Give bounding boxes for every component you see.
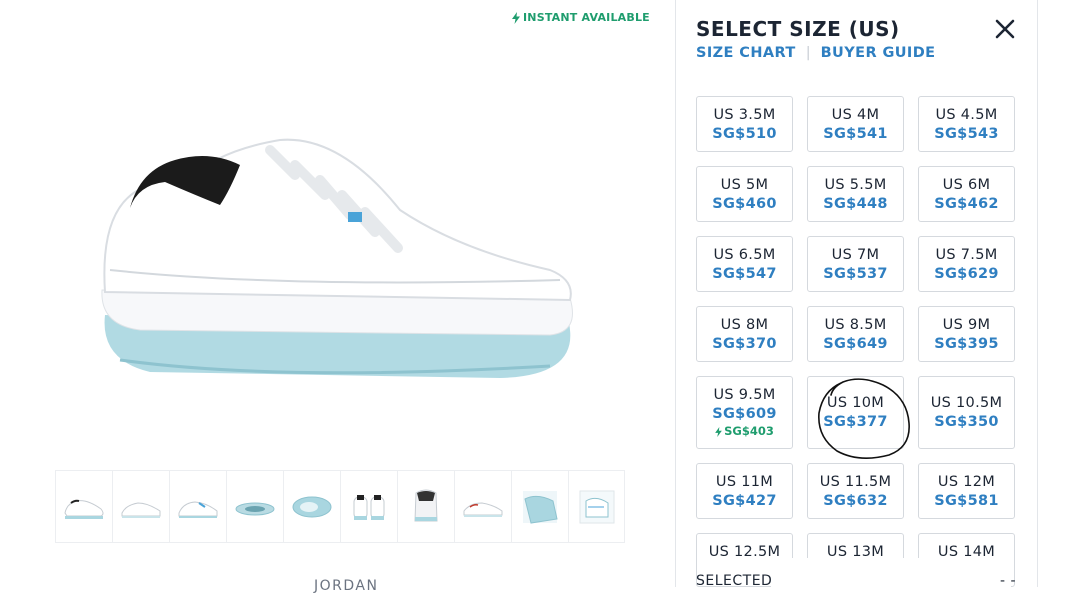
instant-price: SG$403 — [697, 424, 792, 439]
size-label: US 6M — [942, 177, 991, 193]
size-selector-drawer: SELECT SIZE (US) SIZE CHART | BUYER GUID… — [675, 0, 1038, 589]
product-brand: JORDAN — [314, 578, 379, 594]
size-label: US 4M — [831, 107, 880, 123]
thumbnail[interactable] — [55, 471, 112, 542]
lightning-bolt-icon — [715, 426, 722, 437]
link-separator: | — [805, 45, 811, 61]
size-price: SG$609 — [712, 406, 777, 422]
size-price: SG$581 — [934, 493, 999, 509]
size-label: US 9M — [942, 317, 991, 333]
size-price: SG$543 — [934, 126, 999, 142]
size-label: US 8M — [720, 317, 769, 333]
thumbnail[interactable] — [226, 471, 283, 542]
size-option-6-5[interactable]: US 6.5M SG$547 — [696, 236, 793, 292]
thumbnail[interactable] — [169, 471, 226, 542]
thumbnail[interactable] — [511, 471, 568, 542]
size-label: US 12M — [937, 474, 996, 490]
drawer-title: SELECT SIZE (US) — [696, 17, 900, 41]
thumbnail[interactable] — [397, 471, 454, 542]
size-label: US 4.5M — [935, 107, 998, 123]
thumbnail[interactable] — [112, 471, 169, 542]
buyer-guide-link[interactable]: BUYER GUIDE — [821, 45, 936, 61]
size-option-5-5[interactable]: US 5.5M SG$448 — [807, 166, 904, 222]
size-label: US 7.5M — [935, 247, 998, 263]
size-option-4[interactable]: US 4M SG$541 — [807, 96, 904, 152]
size-price: SG$649 — [823, 336, 888, 352]
size-option-10[interactable]: US 10M SG$377 — [807, 376, 904, 449]
thumbnail[interactable] — [283, 471, 340, 542]
size-price: SG$629 — [934, 266, 999, 282]
size-option-8[interactable]: US 8M SG$370 — [696, 306, 793, 362]
size-price: SG$370 — [712, 336, 777, 352]
size-option-10-5[interactable]: US 10.5M SG$350 — [918, 376, 1015, 449]
thumbnail[interactable] — [568, 471, 625, 542]
close-icon[interactable] — [994, 18, 1016, 40]
instant-price-value: SG$403 — [724, 424, 774, 438]
size-price: SG$537 — [823, 266, 888, 282]
size-label: US 7M — [831, 247, 880, 263]
drawer-links: SIZE CHART | BUYER GUIDE — [696, 45, 935, 61]
size-label: US 5M — [720, 177, 769, 193]
size-price: SG$541 — [823, 126, 888, 142]
size-option-9[interactable]: US 9M SG$395 — [918, 306, 1015, 362]
size-price: SG$632 — [823, 493, 888, 509]
size-label: US 10M — [826, 395, 885, 411]
size-label: US 10.5M — [930, 395, 1003, 411]
size-option-11[interactable]: US 11M SG$427 — [696, 463, 793, 519]
size-option-7[interactable]: US 7M SG$537 — [807, 236, 904, 292]
size-option-8-5[interactable]: US 8.5M SG$649 — [807, 306, 904, 362]
product-main-image[interactable] — [80, 120, 600, 400]
size-label: US 5.5M — [824, 177, 887, 193]
thumbnail-strip — [55, 470, 625, 543]
size-price: SG$462 — [934, 196, 999, 212]
size-chart-link[interactable]: SIZE CHART — [696, 45, 796, 61]
size-label: US 11M — [715, 474, 774, 490]
size-option-9-5[interactable]: US 9.5M SG$609 SG$403 — [696, 376, 793, 449]
size-price: SG$460 — [712, 196, 777, 212]
thumbnail[interactable] — [454, 471, 511, 542]
size-option-4-5[interactable]: US 4.5M SG$543 — [918, 96, 1015, 152]
size-option-3-5[interactable]: US 3.5M SG$510 — [696, 96, 793, 152]
size-label: US 8.5M — [824, 317, 887, 333]
size-option-5[interactable]: US 5M SG$460 — [696, 166, 793, 222]
product-gallery: INSTANT AVAILABLE JORDAN — [0, 0, 675, 594]
size-option-12[interactable]: US 12M SG$581 — [918, 463, 1015, 519]
size-price: SG$395 — [934, 336, 999, 352]
instant-available-badge: INSTANT AVAILABLE — [512, 11, 650, 24]
size-option-6[interactable]: US 6M SG$462 — [918, 166, 1015, 222]
size-price: SG$350 — [934, 414, 999, 430]
size-price: SG$547 — [712, 266, 777, 282]
thumbnail[interactable] — [340, 471, 397, 542]
lightning-bolt-icon — [512, 11, 520, 24]
size-price: SG$427 — [712, 493, 777, 509]
size-option-11-5[interactable]: US 11.5M SG$632 — [807, 463, 904, 519]
size-price: SG$448 — [823, 196, 888, 212]
size-label: US 3.5M — [713, 107, 776, 123]
size-label: US 6.5M — [713, 247, 776, 263]
size-label: US 11.5M — [819, 474, 892, 490]
instant-available-label: INSTANT AVAILABLE — [523, 11, 650, 24]
size-option-7-5[interactable]: US 7.5M SG$629 — [918, 236, 1015, 292]
size-price: SG$510 — [712, 126, 777, 142]
size-price: SG$377 — [823, 414, 888, 430]
size-label: US 9.5M — [713, 387, 776, 403]
